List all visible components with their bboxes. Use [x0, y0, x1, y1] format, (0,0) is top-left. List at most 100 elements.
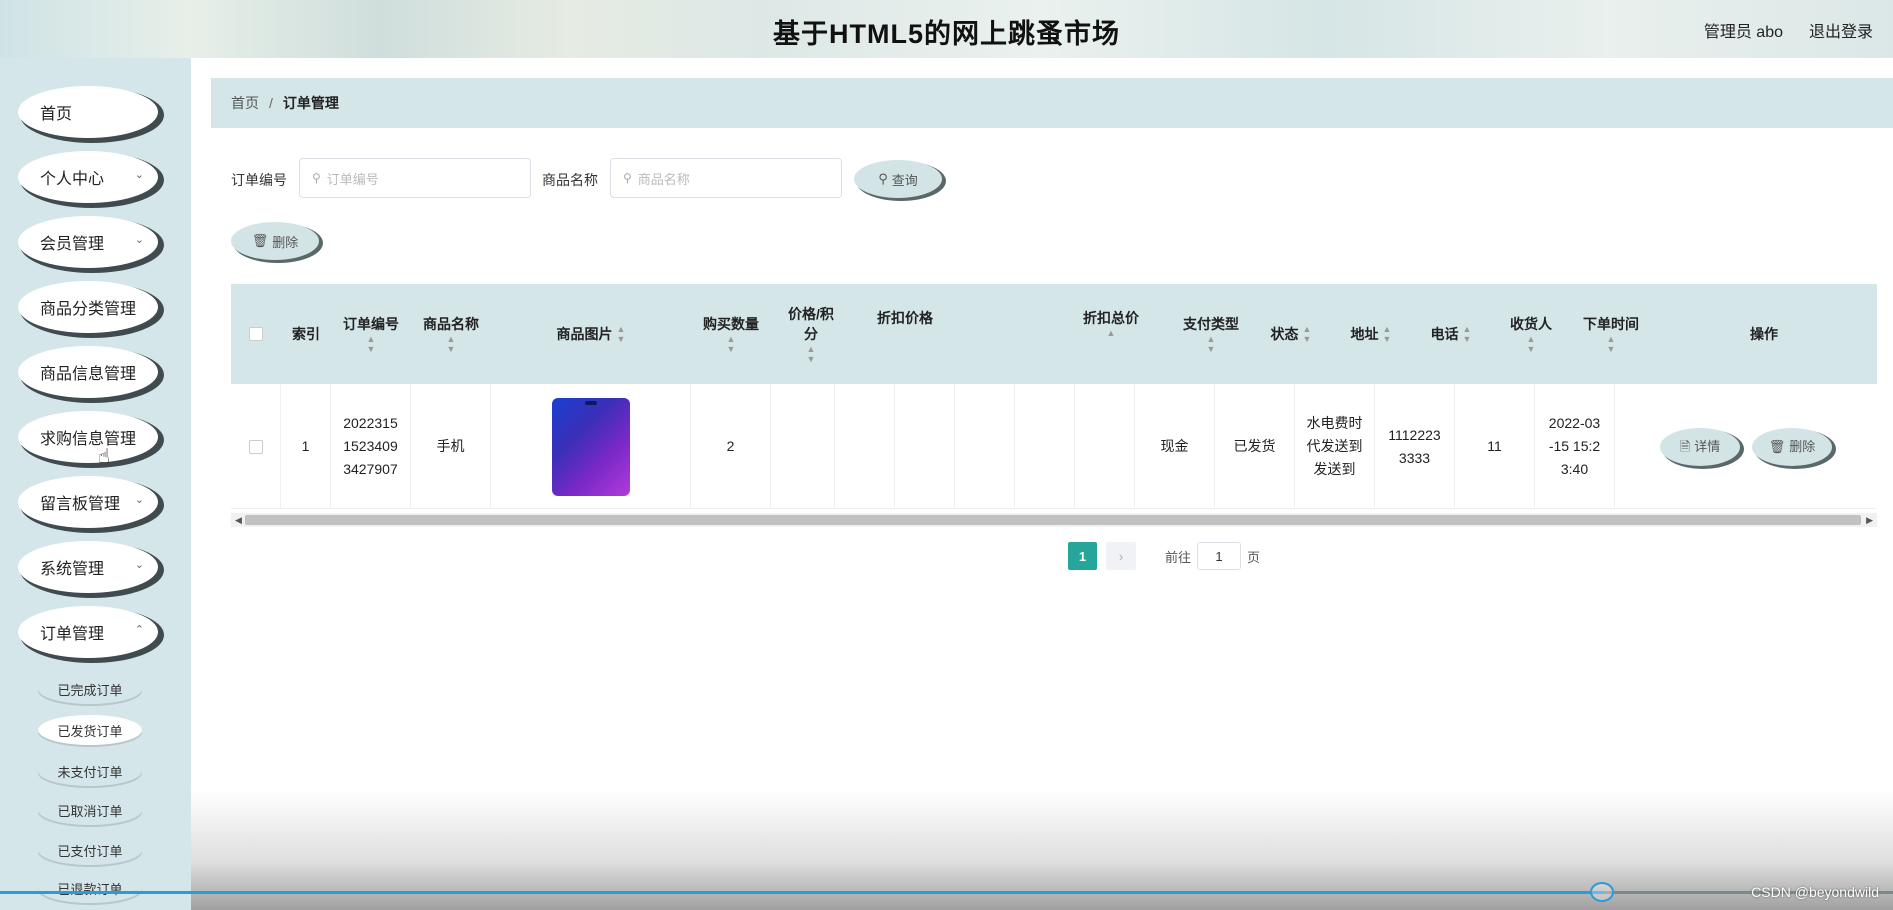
header-actions-label: 操作	[1750, 326, 1778, 342]
cell-discount-total	[1075, 384, 1135, 509]
header-pay-type[interactable]: 支付类型 ▲ ▼	[1171, 284, 1251, 384]
chevron-down-icon: ⌄	[134, 494, 144, 506]
scroll-right-icon[interactable]: ▶	[1866, 513, 1873, 527]
header-phone[interactable]: 电话 ▲ ▼	[1411, 284, 1491, 384]
sidebar-subitem-shipped-orders[interactable]: 已发货订单	[38, 715, 142, 745]
header-receiver-label: 收货人	[1510, 316, 1552, 332]
breadcrumb-home[interactable]: 首页	[231, 93, 259, 113]
sidebar-item-product-management[interactable]: 商品信息管理	[18, 346, 158, 398]
sidebar-item-order-management[interactable]: 订单管理 ⌃	[18, 606, 158, 658]
cell-product-image[interactable]	[491, 384, 691, 509]
header-discount-total[interactable]: 折扣总价 ▲	[1051, 284, 1171, 384]
sidebar: 首页 个人中心 ⌄ 会员管理 ⌄ 商品分类管理 商品信息管理 求购信息管理 留言板管…	[0, 58, 191, 910]
breadcrumb-current: 订单管理	[282, 95, 339, 111]
header-order-time-label: 下单时间	[1583, 316, 1639, 332]
header-product-name[interactable]: 商品名称 ▲ ▼	[411, 284, 491, 384]
detail-button[interactable]: 🗎 详情	[1660, 427, 1740, 466]
sidebar-subitem-completed-orders[interactable]: 已完成订单	[38, 674, 142, 704]
breadcrumb: 首页 / 订单管理	[211, 78, 1893, 128]
sidebar-item-personal-center[interactable]: 个人中心 ⌄	[18, 151, 158, 203]
product-name-label: 商品名称	[542, 172, 598, 188]
header-discount-price[interactable]: 折扣价格	[851, 284, 1051, 384]
sort-icon[interactable]: ▲ ▼	[1303, 324, 1312, 344]
goto-page-input[interactable]: 1	[1197, 542, 1242, 570]
mouse-pointer-icon: ☝	[98, 446, 111, 468]
header-product-image[interactable]: 商品图片 ▲ ▼	[491, 284, 691, 384]
trash-icon: 🗑	[251, 233, 269, 248]
sort-icon[interactable]: ▲	[1107, 328, 1116, 338]
header-order-no-label: 订单编号	[343, 316, 399, 332]
sidebar-item-message-board[interactable]: 留言板管理 ⌄	[18, 476, 158, 528]
cell-blank	[895, 384, 955, 509]
admin-user-label: 管理员 abo	[1703, 24, 1783, 41]
sort-icon[interactable]: ▲ ▼	[1607, 334, 1616, 354]
header-status[interactable]: 状态 ▲ ▼	[1251, 284, 1331, 384]
header-receiver[interactable]: 收货人 ▲ ▼	[1491, 284, 1571, 384]
scroll-left-icon[interactable]: ◀	[235, 513, 242, 527]
header-quantity[interactable]: 购买数量 ▲ ▼	[691, 284, 771, 384]
sidebar-item-member-management[interactable]: 会员管理 ⌄	[18, 216, 158, 268]
pagination: 1 › 前往 1 页	[1068, 542, 1260, 570]
sidebar-subitem-cancelled-orders[interactable]: 已取消订单	[38, 795, 142, 825]
app-header: 基于HTML5的网上跳蚤市场 管理员 abo 退出登录	[0, 0, 1893, 58]
sidebar-subitem-unpaid-orders[interactable]: 未支付订单	[38, 756, 142, 786]
detail-button-label: 详情	[1694, 439, 1721, 454]
sidebar-item-category-management[interactable]: 商品分类管理	[18, 281, 158, 333]
batch-delete-button[interactable]: 🗑 删除	[231, 222, 319, 260]
header-index: 索引	[281, 284, 331, 384]
header-phone-label: 电话	[1430, 326, 1459, 342]
chevron-down-icon: ⌄	[134, 234, 144, 246]
sort-icon[interactable]: ▲ ▼	[367, 334, 376, 354]
cell-quantity: 2	[691, 384, 771, 509]
cell-pay-type: 现金	[1135, 384, 1215, 509]
header-product-name-label: 商品名称	[423, 316, 479, 332]
chevron-down-icon: ⌄	[134, 559, 144, 571]
header-select-all[interactable]	[231, 284, 281, 384]
sort-icon[interactable]: ▲ ▼	[1207, 334, 1216, 354]
row-delete-button[interactable]: 🗑 删除	[1752, 427, 1832, 466]
scrollbar-thumb[interactable]	[245, 515, 1861, 525]
sidebar-subitem-paid-orders[interactable]: 已支付订单	[38, 835, 142, 865]
header-order-no[interactable]: 订单编号 ▲ ▼	[331, 284, 411, 384]
horizontal-scrollbar[interactable]: ◀ ▶	[231, 513, 1877, 527]
logout-link[interactable]: 退出登录	[1809, 18, 1873, 42]
row-select-cell[interactable]	[231, 384, 281, 509]
watermark: CSDN @beyondwild	[1751, 884, 1879, 900]
product-image[interactable]	[551, 397, 630, 496]
video-progress-handle[interactable]	[1590, 882, 1614, 902]
header-discount-price-label: 折扣价格	[877, 310, 933, 326]
query-button[interactable]: ⚲ 查询	[854, 160, 942, 198]
header-address[interactable]: 地址 ▲ ▼	[1331, 284, 1411, 384]
sort-icon[interactable]: ▲ ▼	[617, 324, 626, 344]
sidebar-item-system-management[interactable]: 系统管理 ⌄	[18, 541, 158, 593]
select-all-checkbox[interactable]	[249, 327, 263, 341]
row-checkbox[interactable]	[248, 439, 263, 454]
sidebar-item-wanted-management[interactable]: 求购信息管理	[18, 411, 158, 463]
sort-icon[interactable]: ▲ ▼	[1463, 324, 1472, 344]
search-icon: ⚲	[312, 171, 321, 185]
chevron-down-icon: ⌄	[134, 169, 144, 181]
cell-product-name: 手机	[411, 384, 491, 509]
sidebar-subitem-refunded-orders[interactable]: 已退款订单	[38, 873, 142, 903]
sort-icon[interactable]: ▲ ▼	[807, 344, 816, 364]
page-suffix-label: 页	[1247, 549, 1261, 565]
sidebar-item-label: 订单管理	[40, 626, 105, 643]
page-number-current[interactable]: 1	[1068, 542, 1097, 570]
header-price[interactable]: 价格/积分 ▲ ▼	[771, 284, 851, 384]
order-no-placeholder: 订单编号	[326, 171, 379, 187]
sidebar-item-label: 商品信息管理	[40, 366, 137, 383]
sort-icon[interactable]: ▲ ▼	[447, 334, 456, 354]
cell-blank	[835, 384, 895, 509]
order-no-label: 订单编号	[231, 172, 287, 188]
search-icon: ⚲	[878, 171, 888, 186]
sidebar-item-home[interactable]: 首页	[18, 86, 158, 138]
order-no-input[interactable]: ⚲ 订单编号	[299, 158, 531, 198]
sort-icon[interactable]: ▲ ▼	[727, 334, 736, 354]
sort-icon[interactable]: ▲ ▼	[1383, 324, 1392, 344]
product-name-input[interactable]: ⚲ 商品名称	[610, 158, 842, 198]
header-order-time[interactable]: 下单时间 ▲ ▼	[1571, 284, 1651, 384]
sidebar-item-label: 会员管理	[40, 236, 105, 253]
next-page-button[interactable]: ›	[1106, 542, 1136, 570]
product-name-placeholder: 商品名称	[637, 171, 690, 187]
sort-icon[interactable]: ▲ ▼	[1527, 334, 1536, 354]
